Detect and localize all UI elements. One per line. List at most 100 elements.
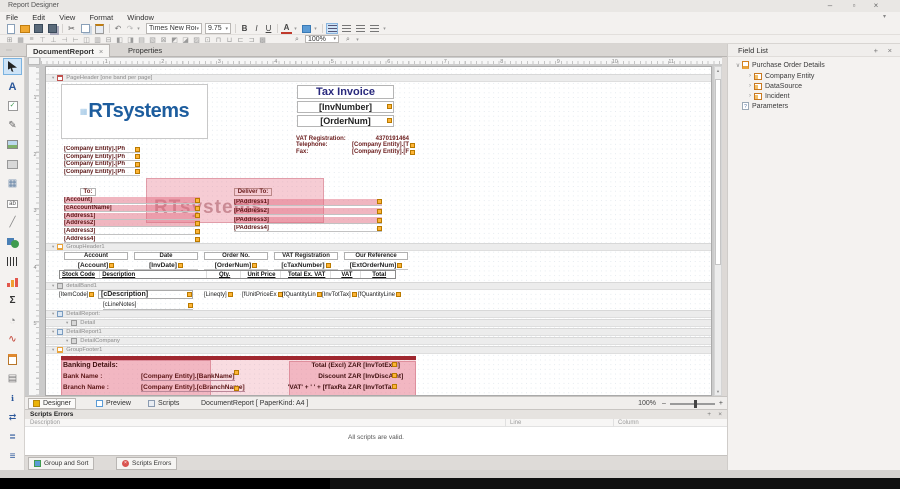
- tree-item-root[interactable]: ∨ Purchase Order Details: [728, 60, 900, 70]
- layout-tool-icon[interactable]: ◫: [81, 36, 92, 44]
- binding-marker-icon[interactable]: [195, 229, 200, 234]
- total-excl-label[interactable]: Total (Excl): [276, 362, 346, 369]
- binding-marker-icon[interactable]: [410, 143, 415, 148]
- info-header[interactable]: Order No.: [204, 252, 268, 260]
- toc-tool[interactable]: [3, 351, 22, 368]
- layout-tool-icon[interactable]: ▩: [257, 36, 268, 44]
- font-name-combobox[interactable]: Times New Roman▾: [146, 23, 202, 34]
- scrollbar-thumb[interactable]: [715, 79, 721, 265]
- save-all-button[interactable]: [46, 23, 59, 34]
- band-detailreport1[interactable]: ▾ DetailReport1: [46, 328, 712, 336]
- save-button[interactable]: [32, 23, 45, 34]
- band-expander-icon[interactable]: ▾: [52, 244, 54, 250]
- bold-button[interactable]: B: [239, 23, 250, 34]
- total-excl-value[interactable]: ZAR [InvTotExcl]: [348, 362, 391, 369]
- binding-marker-icon[interactable]: [135, 169, 140, 174]
- detail-field[interactable]: [fUnitPriceEx: [242, 290, 283, 299]
- tab-group-and-sort[interactable]: Group and Sort: [28, 457, 94, 470]
- expander-closed-icon[interactable]: ›: [746, 73, 754, 79]
- minimize-button[interactable]: –: [822, 0, 838, 12]
- expander-closed-icon[interactable]: ›: [746, 83, 754, 89]
- binding-marker-icon[interactable]: [135, 154, 140, 159]
- info-header[interactable]: VAT Registration: [274, 252, 338, 260]
- branch-name-field[interactable]: [Company Entity].[cBranchName]: [141, 384, 245, 392]
- detail-field[interactable]: [InvTotTax]: [322, 290, 357, 299]
- layout-tool-icon[interactable]: ▨: [191, 36, 202, 44]
- tree-item-datasource[interactable]: › DataSource: [728, 81, 900, 91]
- band-groupfooter[interactable]: ▾ GroupFooter1: [46, 346, 712, 354]
- info-header[interactable]: Our Reference: [344, 252, 408, 260]
- binding-marker-icon[interactable]: [377, 218, 382, 223]
- undo-dropdown[interactable]: ▾: [135, 23, 142, 34]
- bank-name-label[interactable]: Bank Name :: [63, 373, 102, 380]
- layout-tool-icon[interactable]: ⊐: [246, 36, 257, 44]
- layout-tool-icon[interactable]: ⊤: [37, 36, 48, 44]
- binding-marker-icon[interactable]: [135, 147, 140, 152]
- binding-marker-icon[interactable]: [187, 292, 192, 297]
- toolbar-overflow-icon[interactable]: ▾: [877, 12, 892, 21]
- order-num-field[interactable]: [OrderNum]: [297, 115, 394, 127]
- layout-tool-icon[interactable]: ◪: [180, 36, 191, 44]
- detail-description-field[interactable]: [cDescription]: [98, 290, 193, 299]
- bill-field[interactable]: [Account]: [64, 197, 200, 204]
- band-detailcompany[interactable]: ▾ DetailCompany: [46, 337, 712, 345]
- binding-marker-icon[interactable]: [377, 226, 382, 231]
- highlight-color-button[interactable]: [301, 23, 312, 34]
- layout-tool-icon[interactable]: ◧: [114, 36, 125, 44]
- expander-closed-icon[interactable]: ›: [746, 93, 754, 99]
- chart-tool[interactable]: [3, 273, 22, 290]
- font-color-button[interactable]: A: [281, 23, 292, 34]
- pin-icon[interactable]: +: [707, 410, 711, 419]
- layout-tool-icon[interactable]: ▧: [147, 36, 158, 44]
- binding-marker-icon[interactable]: [377, 199, 382, 204]
- checkbox-tool[interactable]: ✓: [3, 97, 22, 114]
- company-field[interactable]: [Company Entity].[Ph: [64, 161, 140, 168]
- zoom-combobox[interactable]: 100%▾: [305, 35, 339, 43]
- character-comb-tool[interactable]: ab: [3, 195, 22, 212]
- column-line[interactable]: Line: [505, 419, 521, 427]
- page-break-tool[interactable]: ⇄: [3, 409, 22, 426]
- binding-marker-icon[interactable]: [377, 209, 382, 214]
- bank-name-field[interactable]: [Company Entity].[BankName]: [141, 373, 235, 381]
- info-value[interactable]: [cTaxNumber]: [274, 261, 338, 270]
- binding-marker-icon[interactable]: [109, 263, 114, 268]
- company-field[interactable]: [Company Entity].[Ph: [64, 169, 140, 176]
- detail-field[interactable]: [fQuantityLin: [282, 290, 322, 299]
- discount-value[interactable]: ZAR [InvDiscAmt]: [348, 373, 391, 380]
- layout-tool-icon[interactable]: ⊓: [213, 36, 224, 44]
- company-field[interactable]: [Company Entity].[Ph: [64, 146, 140, 153]
- deliver-field[interactable]: [PAddress3]: [234, 217, 382, 224]
- layout-tool-icon[interactable]: ⊞: [4, 36, 15, 44]
- undo-button[interactable]: ↶: [112, 23, 124, 34]
- align-justify-button[interactable]: [368, 23, 380, 34]
- zoom-out-button[interactable]: –: [662, 400, 666, 407]
- binding-marker-icon[interactable]: [392, 373, 397, 378]
- banking-details-title[interactable]: Banking Details:: [63, 362, 118, 369]
- gauge-tool[interactable]: ◔: [3, 312, 22, 329]
- binding-marker-icon[interactable]: [195, 198, 200, 203]
- invoice-title[interactable]: Tax Invoice: [297, 85, 394, 99]
- band-pageheader[interactable]: ▾ PageHeader [one band per page]: [46, 74, 712, 82]
- tab-overflow-icon[interactable]: ⋯: [6, 47, 12, 54]
- cross-band-box-tool[interactable]: ≡: [3, 448, 22, 465]
- layout-tool-icon[interactable]: ⊟: [103, 36, 114, 44]
- layout-tool-icon[interactable]: ▥: [92, 36, 103, 44]
- vat-total-value[interactable]: ZAR [InvTotTax: [348, 384, 391, 391]
- binding-marker-icon[interactable]: [352, 292, 357, 297]
- layout-tool-icon[interactable]: ▤: [136, 36, 147, 44]
- table-tool[interactable]: ▦: [3, 175, 22, 192]
- pointer-tool[interactable]: [3, 58, 22, 75]
- font-size-combobox[interactable]: 9.75▾: [205, 23, 231, 34]
- binding-marker-icon[interactable]: [317, 292, 322, 297]
- band-groupheader[interactable]: ▾ GroupHeader1: [46, 243, 712, 251]
- company-field[interactable]: [Company Entity].[Ph: [64, 154, 140, 161]
- pin-icon[interactable]: +: [874, 44, 878, 57]
- zoom-in-button[interactable]: +: [719, 400, 723, 407]
- maximize-button[interactable]: ▫: [846, 0, 862, 12]
- barcode-tool[interactable]: [3, 253, 22, 270]
- paste-button[interactable]: [93, 23, 106, 34]
- tab-scripts-errors[interactable]: × Scripts Errors: [116, 457, 177, 470]
- binding-marker-icon[interactable]: [89, 292, 94, 297]
- branch-name-label[interactable]: Branch Name :: [63, 384, 109, 391]
- binding-marker-icon[interactable]: [228, 292, 233, 297]
